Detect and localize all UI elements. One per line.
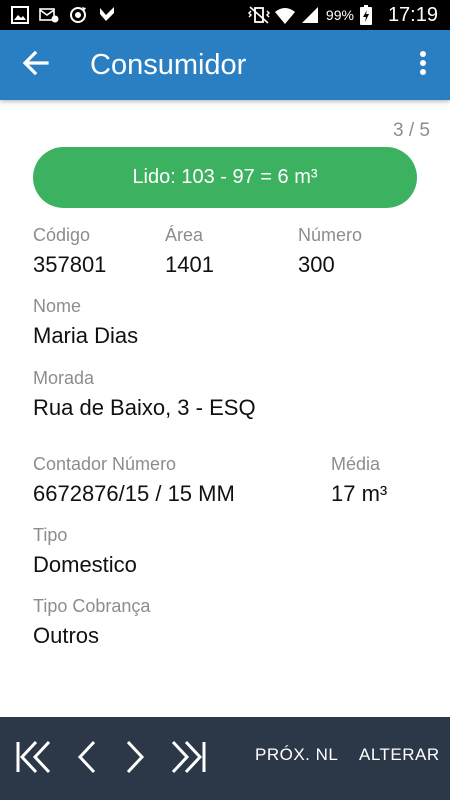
first-record-button[interactable] bbox=[12, 737, 54, 781]
field-label: Tipo bbox=[33, 525, 68, 545]
field-label: Nome bbox=[33, 296, 82, 316]
field-value: 6672876/15 / 15 MM bbox=[33, 481, 235, 506]
next-nl-button[interactable]: PRÓX. NL bbox=[255, 745, 338, 765]
field-value: 1401 bbox=[165, 252, 214, 277]
next-record-button[interactable] bbox=[120, 737, 150, 781]
email-alert-icon bbox=[39, 5, 59, 25]
page-title: Consumidor bbox=[90, 48, 247, 81]
field-media: Média 17 m³ bbox=[331, 453, 387, 509]
field-nome: Nome Maria Dias bbox=[33, 295, 138, 351]
reading-button[interactable]: Lido: 103 - 97 = 6 m³ bbox=[33, 147, 417, 208]
more-vert-icon bbox=[419, 50, 427, 81]
field-tipo: Tipo Domestico bbox=[33, 524, 137, 580]
status-bar-notifications bbox=[0, 5, 117, 25]
battery-icon bbox=[359, 5, 380, 25]
field-label: Área bbox=[165, 225, 204, 245]
field-label: Média bbox=[331, 454, 381, 474]
field-area: Área 1401 bbox=[165, 224, 214, 280]
field-label: Tipo Cobrança bbox=[33, 596, 151, 616]
field-tipo-cobranca: Tipo Cobrança Outros bbox=[33, 595, 150, 651]
field-value: Outros bbox=[33, 623, 100, 648]
reading-label: Lido: 103 - 97 = 6 m³ bbox=[132, 166, 318, 188]
signal-icon bbox=[300, 5, 320, 25]
field-contador: Contador Número 6672876/15 / 15 MM bbox=[33, 453, 235, 509]
field-value: Maria Dias bbox=[33, 323, 139, 348]
arrow-left-icon bbox=[21, 49, 49, 82]
field-label: Contador Número bbox=[33, 454, 177, 474]
alter-button[interactable]: ALTERAR bbox=[359, 745, 440, 765]
field-value: Domestico bbox=[33, 552, 137, 577]
field-numero: Número 300 bbox=[298, 224, 362, 280]
last-record-button[interactable] bbox=[168, 737, 210, 781]
app-bar: Consumidor bbox=[0, 30, 450, 100]
previous-record-button[interactable] bbox=[72, 737, 102, 781]
field-codigo: Código 357801 bbox=[33, 224, 106, 280]
consumer-details: 3 / 5 Lido: 103 - 97 = 6 m³ Código 35780… bbox=[0, 100, 450, 717]
record-pager: 3 / 5 bbox=[393, 120, 430, 141]
field-value: 17 m³ bbox=[331, 481, 388, 506]
field-value: 300 bbox=[298, 252, 335, 277]
battery-percent: 99% bbox=[325, 7, 354, 23]
previous-icon bbox=[77, 739, 97, 780]
field-value: Rua de Baixo, 3 - ESQ bbox=[33, 395, 256, 420]
wifi-icon bbox=[274, 5, 295, 25]
first-page-icon bbox=[14, 739, 52, 780]
sync-icon bbox=[68, 5, 88, 25]
status-bar: 99% 17:19 bbox=[0, 0, 450, 30]
last-page-icon bbox=[170, 739, 208, 780]
next-icon bbox=[125, 739, 145, 780]
bottom-action-bar: PRÓX. NL ALTERAR bbox=[0, 717, 450, 800]
overflow-menu-button[interactable] bbox=[396, 30, 450, 100]
field-label: Número bbox=[298, 225, 363, 245]
field-value: 357801 bbox=[33, 252, 107, 277]
back-button[interactable] bbox=[0, 30, 70, 100]
status-bar-system: 99% 17:19 bbox=[247, 3, 450, 27]
field-morada: Morada Rua de Baixo, 3 - ESQ bbox=[33, 367, 256, 423]
download-done-icon bbox=[97, 5, 117, 25]
vibrate-icon bbox=[247, 5, 270, 25]
field-label: Morada bbox=[33, 368, 95, 388]
clock: 17:19 bbox=[387, 3, 438, 26]
field-label: Código bbox=[33, 225, 91, 245]
gallery-icon bbox=[10, 5, 30, 25]
